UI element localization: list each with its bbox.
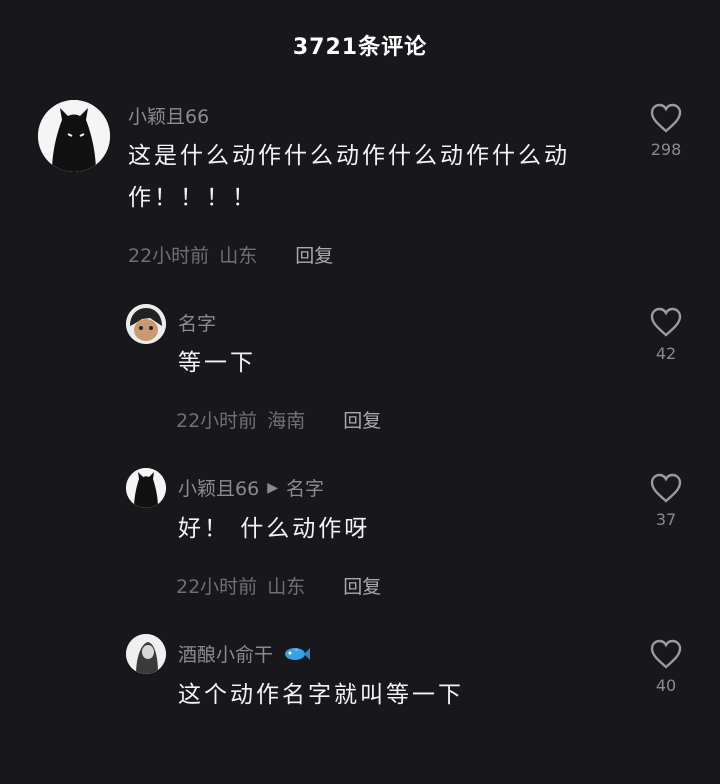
like-count: 298 xyxy=(650,140,682,159)
comments-header: 3721条评论 xyxy=(0,0,720,90)
like-button[interactable]: 37 xyxy=(636,472,696,529)
reply-button[interactable]: 回复 xyxy=(343,572,381,599)
comment-username[interactable]: 酒酿小俞干 xyxy=(178,640,311,667)
comment-count-title: 3721条评论 xyxy=(292,35,428,60)
comment-text: 好！ 什么动作呀 xyxy=(178,516,371,542)
comment-time: 22小时前 xyxy=(176,576,258,598)
avatar[interactable] xyxy=(38,100,110,172)
avatar[interactable] xyxy=(126,468,166,508)
comment-text: 这个动作名字就叫等一下 xyxy=(178,682,464,708)
like-count: 37 xyxy=(655,510,677,529)
heart-icon xyxy=(650,103,682,133)
reply-button[interactable]: 回复 xyxy=(295,241,333,268)
comment-location: 山东 xyxy=(267,576,306,598)
comment-username[interactable]: 名字 xyxy=(178,309,216,336)
reply-button[interactable]: 回复 xyxy=(343,406,381,433)
heart-icon xyxy=(650,639,682,669)
avatar[interactable] xyxy=(126,304,166,344)
like-count: 40 xyxy=(655,676,677,695)
heart-icon xyxy=(650,473,682,503)
like-button[interactable]: 298 xyxy=(636,102,696,159)
heart-icon xyxy=(650,307,682,337)
avatar[interactable] xyxy=(126,634,166,674)
comment-time: 22小时前 xyxy=(128,245,210,267)
comment-username[interactable]: 小颖且66 ▶ 名字 xyxy=(178,474,324,501)
reply-arrow-icon: ▶ xyxy=(267,479,278,496)
like-count: 42 xyxy=(655,344,677,363)
comment-meta: 22小时前 山东 回复 xyxy=(176,572,381,599)
comment-text: 等一下 xyxy=(178,350,256,376)
comment-username[interactable]: 小颖且66 xyxy=(128,102,209,129)
comment-text: 这是什么动作什么动作什么动作什么动作！！！！ xyxy=(128,143,570,211)
comment-meta: 22小时前 山东 回复 xyxy=(128,241,333,268)
comment-time: 22小时前 xyxy=(176,410,258,432)
comment-location: 海南 xyxy=(267,410,306,432)
comment-meta: 22小时前 海南 回复 xyxy=(176,406,381,433)
fish-icon xyxy=(281,644,311,664)
reply-target-username[interactable]: 名字 xyxy=(286,474,324,501)
like-button[interactable]: 40 xyxy=(636,638,696,695)
comment-location: 山东 xyxy=(219,245,258,267)
like-button[interactable]: 42 xyxy=(636,306,696,363)
